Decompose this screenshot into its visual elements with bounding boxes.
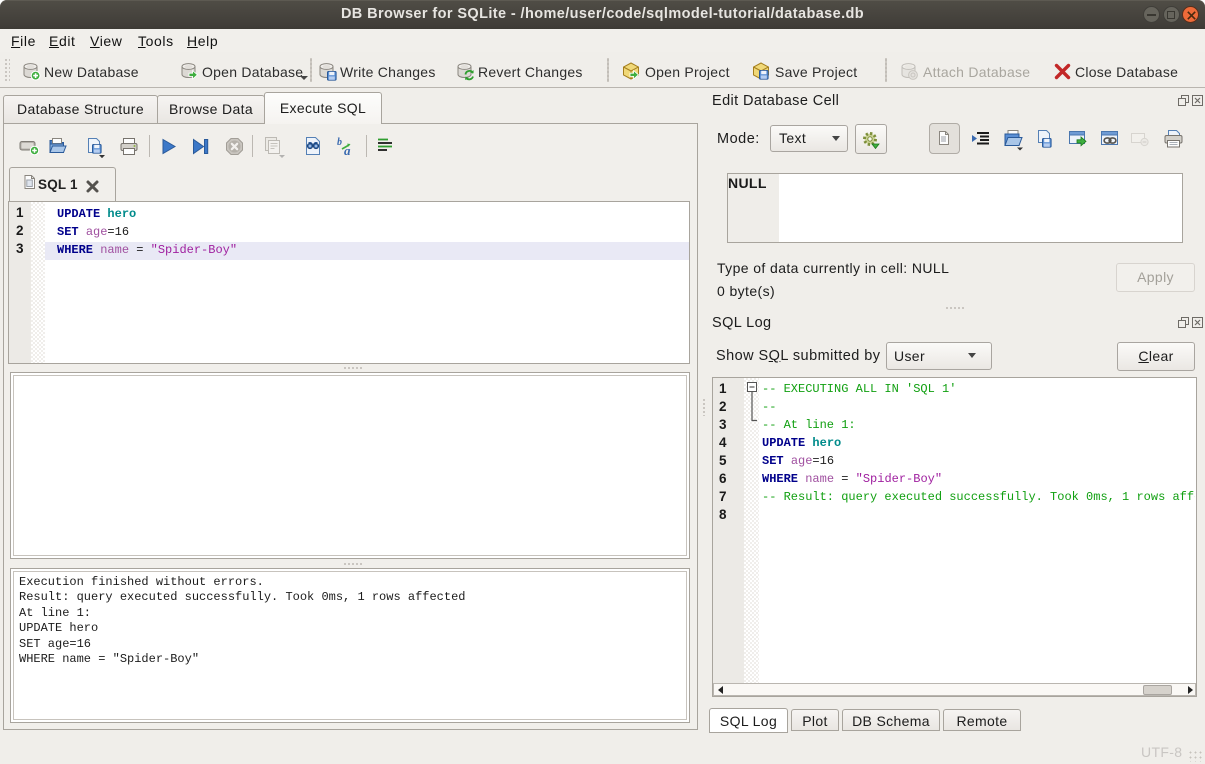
svg-text:b: b — [337, 137, 342, 148]
